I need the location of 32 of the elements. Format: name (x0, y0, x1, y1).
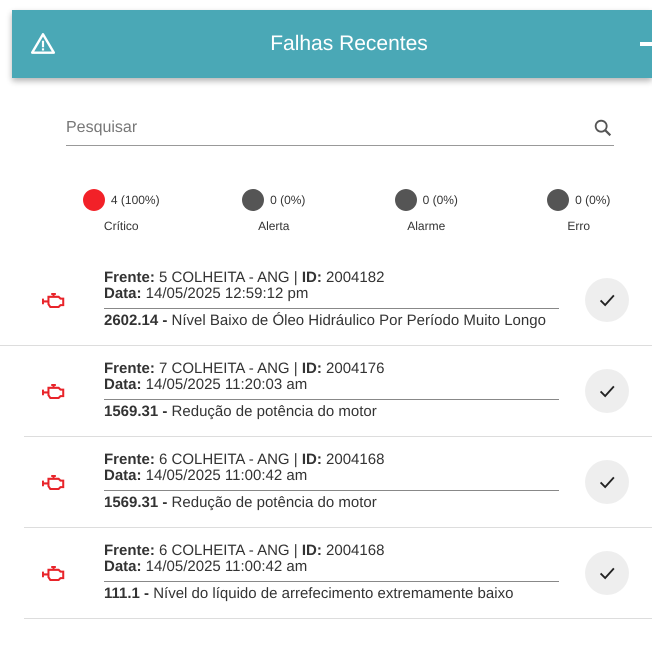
status-count: 4 (100%) (110, 193, 160, 207)
status-count: 0 (0%) (422, 193, 458, 207)
acknowledge-button[interactable] (585, 551, 629, 595)
acknowledge-button[interactable] (585, 278, 629, 322)
fault-front: Frente: 6 COLHEITA - ANG | ID: 2004168 (104, 452, 386, 468)
search-field[interactable]: Pesquisar (66, 119, 592, 137)
fault-description: 1569.31 - Redução de potência do motor (104, 490, 559, 512)
fault-date: Data: 14/05/2025 11:00:42 am (104, 468, 308, 484)
acknowledge-button[interactable] (585, 369, 629, 413)
fault-description: 111.1 - Nível do líquido de arrefecimento extremamente baixo (104, 581, 559, 603)
fault-front: Frente: 7 COLHEITA - ANG | ID: 2004176 (104, 361, 386, 377)
status-count: 0 (0%) (575, 193, 610, 207)
fault-date: Data: 14/05/2025 12:59:12 pm (104, 286, 310, 302)
engine-icon (42, 564, 66, 582)
status-label: Alarme (407, 219, 446, 233)
status-label: Alerta (258, 219, 290, 233)
fault-date: Data: 14/05/2025 11:00:42 am (104, 559, 308, 575)
fault-description: 2602.14 - Nível Baixo de Óleo Hidráulico Por Período Muito Longo (104, 308, 559, 330)
fault-description: 1569.31 - Redução de potência do motor (104, 399, 559, 421)
status-count: 0 (0%) (270, 193, 306, 207)
engine-icon (42, 382, 66, 400)
status-label: Crítico (104, 219, 139, 233)
panel-title: Falhas Recentes (269, 32, 429, 56)
status-label: Erro (567, 219, 590, 233)
fault-front: Frente: 6 COLHEITA - ANG | ID: 2004168 (104, 543, 386, 559)
acknowledge-button[interactable] (585, 460, 629, 504)
warning-icon (30, 31, 56, 57)
engine-icon (42, 292, 66, 308)
search-icon[interactable] (592, 117, 614, 139)
fault-date: Data: 14/05/2025 11:20:03 am (104, 377, 308, 393)
engine-icon (42, 474, 66, 490)
fault-front: Frente: 5 COLHEITA - ANG | ID: 2004182 (104, 270, 386, 286)
